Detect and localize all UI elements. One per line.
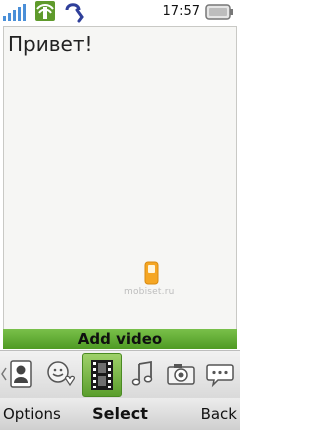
- emoticon-icon[interactable]: [46, 359, 76, 389]
- add-video-button[interactable]: Add video: [3, 329, 237, 349]
- video-button[interactable]: [82, 353, 122, 397]
- bluetooth-headset-icon: [65, 3, 84, 23]
- clock: 17:57: [162, 4, 200, 19]
- message-text[interactable]: Привет!: [8, 31, 93, 57]
- status-bar: 17:57: [0, 0, 240, 24]
- softkey-bar: Options Select Back: [0, 398, 240, 430]
- video-icon: [91, 360, 113, 390]
- gprs-icon: [35, 1, 55, 21]
- scroll-left-icon[interactable]: [1, 367, 7, 381]
- contact-picture-icon[interactable]: [8, 359, 38, 389]
- signal-strength-icon: [3, 4, 26, 21]
- camera-icon[interactable]: [166, 359, 196, 389]
- back-softkey[interactable]: Back: [201, 405, 237, 423]
- mobiset-logo-icon: [144, 261, 159, 285]
- watermark-text: mobiset.ru: [124, 287, 175, 297]
- chat-bubble-icon[interactable]: [205, 359, 235, 389]
- insert-icon-bar: [0, 350, 240, 399]
- battery-icon: [205, 4, 233, 20]
- message-editor[interactable]: Привет! mobiset.ru: [3, 26, 237, 330]
- music-note-icon[interactable]: [127, 359, 157, 389]
